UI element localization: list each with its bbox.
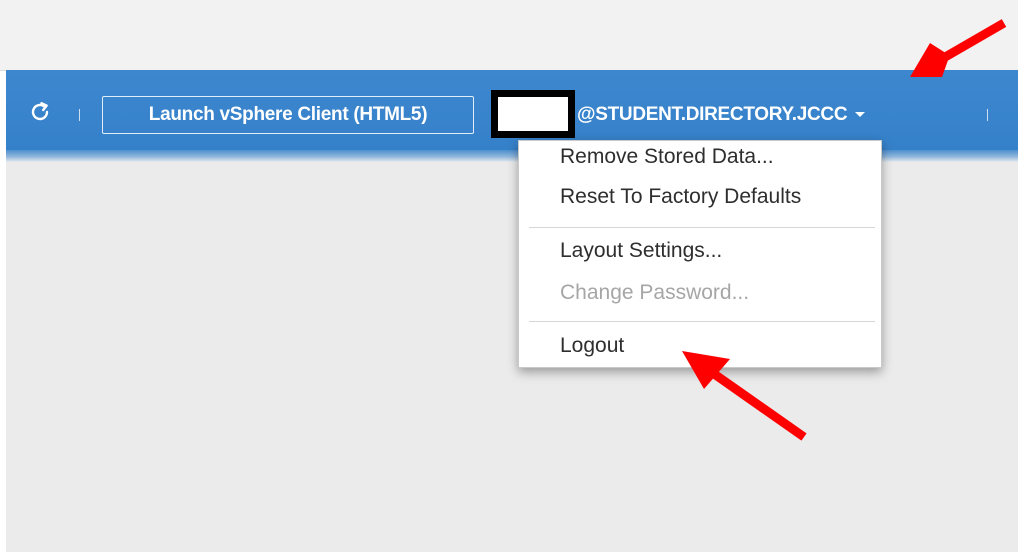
launch-vsphere-client-button[interactable]: Launch vSphere Client (HTML5) bbox=[102, 96, 474, 134]
menu-item-remove-stored-data[interactable]: Remove Stored Data... bbox=[560, 142, 774, 172]
refresh-icon[interactable] bbox=[28, 100, 52, 124]
menu-item-change-password: Change Password... bbox=[560, 281, 750, 304]
arrow-to-logout bbox=[682, 351, 807, 441]
arrow-to-user-menu bbox=[910, 19, 1007, 77]
browser-top-area bbox=[0, 0, 1018, 71]
user-dropdown-menu: Remove Stored Data... Reset To Factory D… bbox=[518, 140, 882, 368]
redacted-username bbox=[491, 90, 575, 138]
menu-item-layout-settings[interactable]: Layout Settings... bbox=[560, 236, 722, 266]
user-menu-label: @STUDENT.DIRECTORY.JCCC bbox=[577, 104, 848, 125]
toolbar-separator bbox=[987, 109, 988, 121]
menu-divider bbox=[529, 227, 875, 228]
caret-down-icon bbox=[855, 112, 866, 118]
user-menu-button[interactable]: @STUDENT.DIRECTORY.JCCC bbox=[577, 97, 866, 133]
menu-divider bbox=[529, 321, 875, 322]
menu-item-logout[interactable]: Logout bbox=[560, 331, 624, 361]
menu-item-reset-factory-defaults[interactable]: Reset To Factory Defaults bbox=[560, 182, 801, 212]
toolbar-separator bbox=[79, 109, 80, 121]
